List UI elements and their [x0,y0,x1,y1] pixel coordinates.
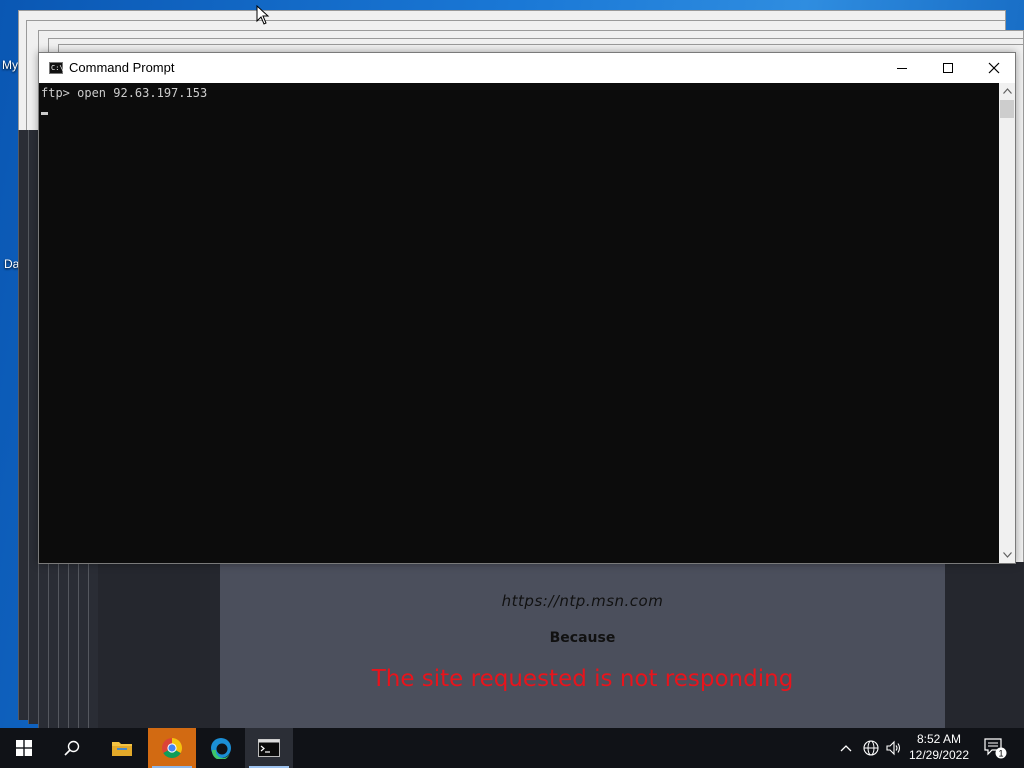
background-window-edge [48,562,58,728]
command-prompt-window[interactable]: C:\ Command Prompt ftp> open 92.63.197.1… [38,52,1016,564]
cmd-icon: C:\ [49,62,64,74]
error-panel: https://ntp.msn.com Because The site req… [220,562,945,728]
globe-icon [863,740,879,756]
start-button[interactable] [0,728,48,768]
vertical-scrollbar[interactable] [999,83,1015,563]
minimize-button[interactable] [879,53,925,83]
title-bar[interactable]: C:\ Command Prompt [39,53,1015,83]
desktop-icon-label[interactable]: My [2,58,18,72]
mouse-pointer-icon [256,5,270,25]
error-because: Because [549,630,616,646]
background-window-edge [18,130,28,720]
taskbar: 8:52 AM 12/29/2022 1 [0,728,1024,768]
scrollbar-thumb[interactable] [1000,100,1014,118]
text-cursor [41,112,48,115]
scroll-down-arrow-icon[interactable] [999,547,1015,563]
close-icon [988,62,1000,74]
background-window-edge [28,130,38,724]
minimize-icon [897,67,907,69]
chrome-icon [162,738,182,758]
console-output[interactable]: ftp> open 92.63.197.153 [39,83,999,563]
error-message: The site requested is not responding [371,666,794,692]
notification-count: 1 [998,749,1003,759]
show-hidden-icons-button[interactable] [836,728,856,768]
clock-date: 12/29/2022 [908,748,970,762]
action-center-button[interactable]: 1 [980,728,1010,768]
search-button[interactable] [48,728,96,768]
file-explorer-button[interactable] [98,728,146,768]
background-window-edge [68,562,78,728]
background-window-edge [58,562,68,728]
volume-button[interactable] [883,728,905,768]
scroll-up-arrow-icon[interactable] [999,83,1015,99]
close-button[interactable] [971,53,1017,83]
folder-icon [112,742,132,756]
windows-logo-icon [16,740,32,756]
chrome-button[interactable] [148,728,196,768]
maximize-button[interactable] [925,53,971,83]
background-window-edge [38,562,48,728]
clock-time: 8:52 AM [916,732,962,746]
speaker-icon [886,740,901,756]
maximize-icon [943,63,953,73]
command-prompt-taskbar-button[interactable] [245,728,293,768]
window-title: Command Prompt [69,60,175,75]
background-window-edge [78,562,88,728]
edge-button[interactable] [197,728,245,768]
background-window-edge [88,562,98,728]
error-url: https://ntp.msn.com [501,592,664,610]
search-icon [64,740,80,756]
edge-icon [211,738,231,759]
cmd-icon [258,739,280,757]
network-button[interactable] [860,728,882,768]
notification-icon: 1 [984,738,1007,759]
console-line: ftp> open 92.63.197.153 [41,86,208,100]
clock[interactable]: 8:52 AM 12/29/2022 [906,731,972,765]
chevron-up-icon [840,745,852,752]
